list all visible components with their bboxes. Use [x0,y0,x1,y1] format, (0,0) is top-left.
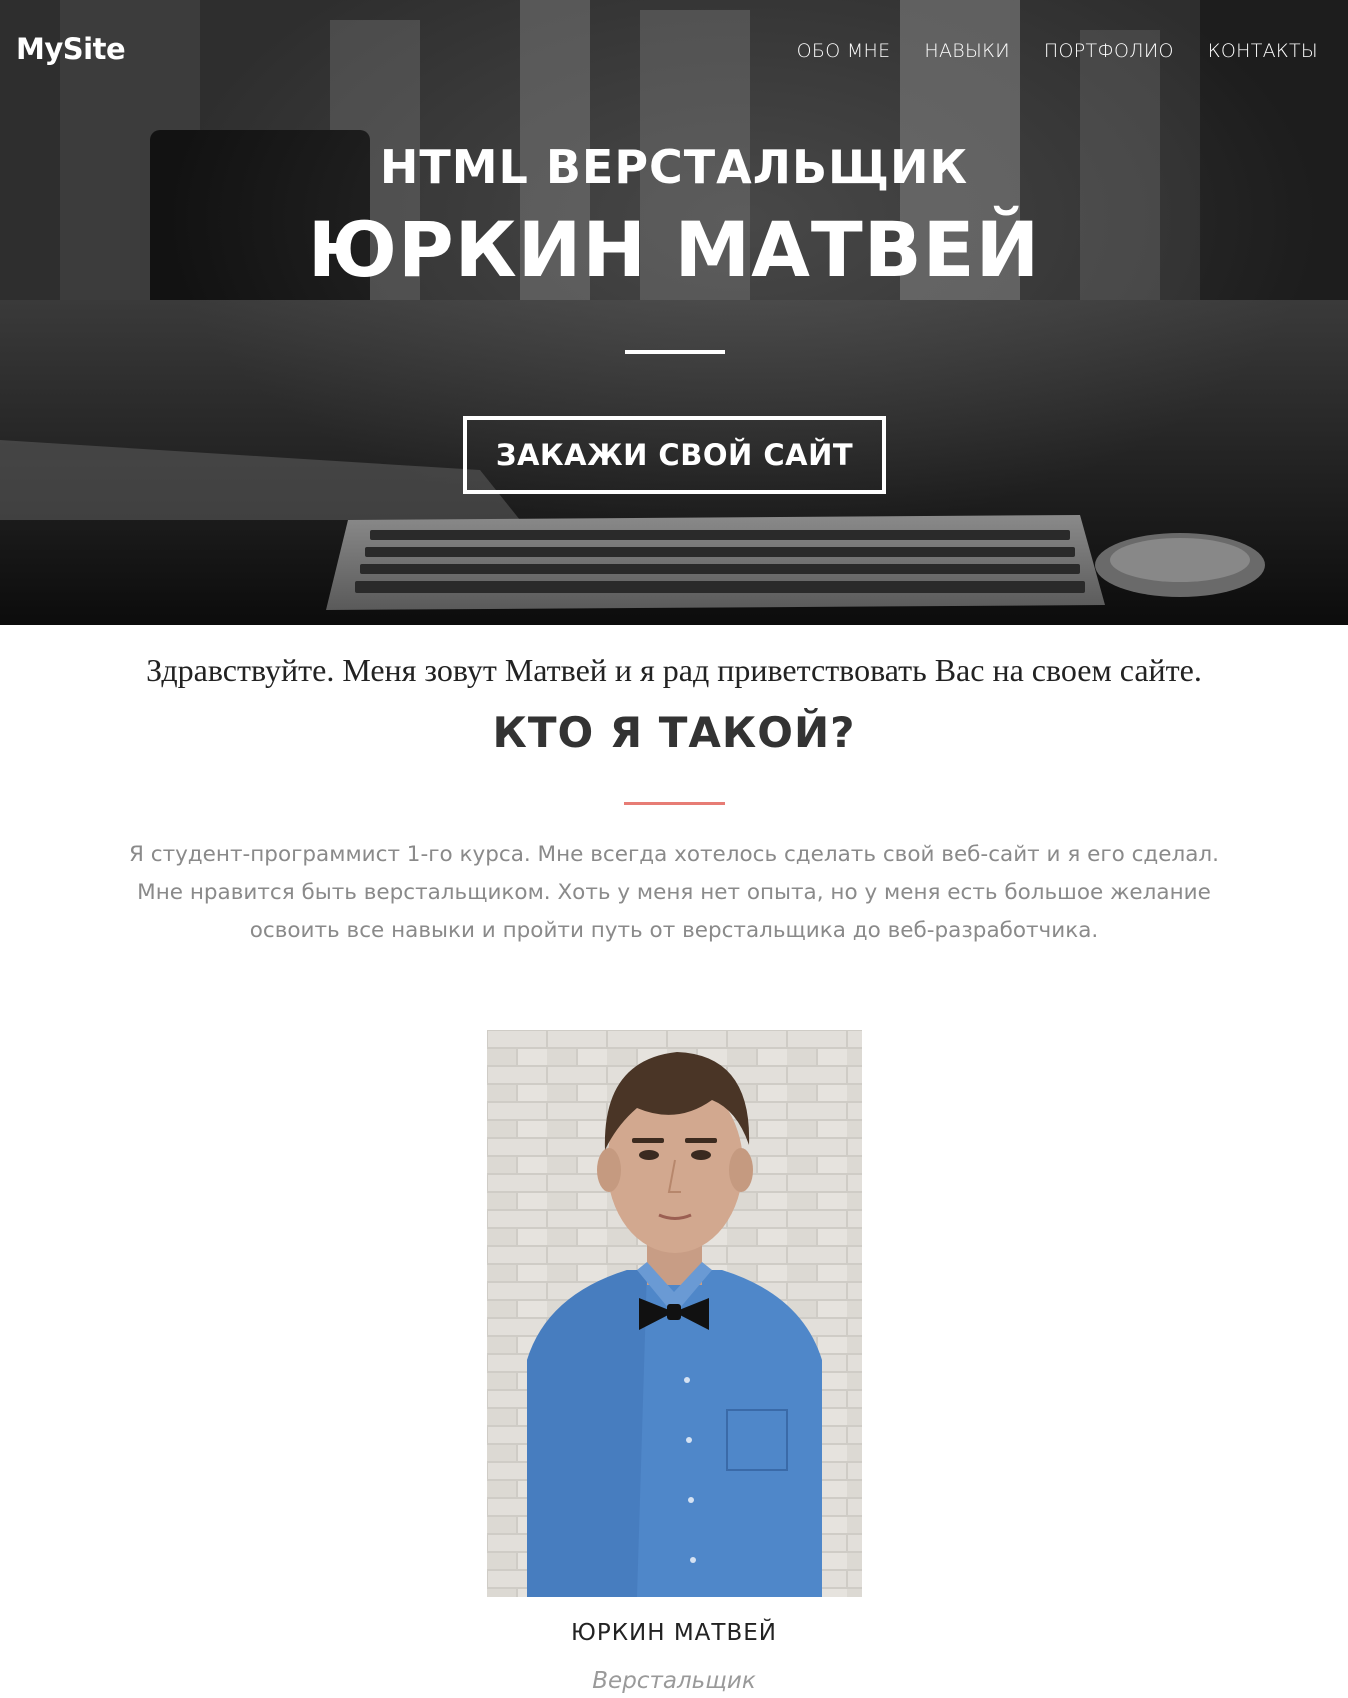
about-description: Я студент-программист 1-го курса. Мне вс… [70,836,1278,950]
nav-item-about[interactable]: ОБО МНЕ [797,40,891,62]
nav-item-skills[interactable]: НАВЫКИ [924,40,1009,62]
order-site-button[interactable]: ЗАКАЖИ СВОЙ САЙТ [463,416,886,494]
about-line: Я студент-программист 1-го курса. Мне вс… [128,842,1220,867]
nav-item-contacts[interactable]: КОНТАКТЫ [1208,40,1318,62]
hero-title: ЮРКИН МАТВЕЙ [307,205,1041,294]
profile-photo [487,1030,862,1597]
hero-section: MySite ОБО МНЕ НАВЫКИ ПОРТФОЛИО КОНТАКТЫ… [0,0,1348,625]
nav-item-portfolio[interactable]: ПОРТФОЛИО [1044,40,1174,62]
about-divider [624,802,725,805]
main-nav: ОБО МНЕ НАВЫКИ ПОРТФОЛИО КОНТАКТЫ [797,40,1318,62]
hero-divider [625,350,725,354]
profile-name: ЮРКИН МАТВЕЙ [571,1620,777,1646]
about-title: КТО Я ТАКОЙ? [492,708,856,757]
profile-role: Верстальщик [592,1668,756,1694]
hero-overlay [0,0,1348,625]
site-logo[interactable]: MySite [16,32,126,66]
about-line: Мне нравится быть верстальщиком. Хоть у … [137,880,1211,905]
about-line: освоить все навыки и пройти путь от верс… [249,918,1099,943]
hero-subtitle: HTML ВЕРСТАЛЬЩИК [379,140,969,194]
greeting-text: Здравствуйте. Меня зовут Матвей и я рад … [146,652,1202,688]
